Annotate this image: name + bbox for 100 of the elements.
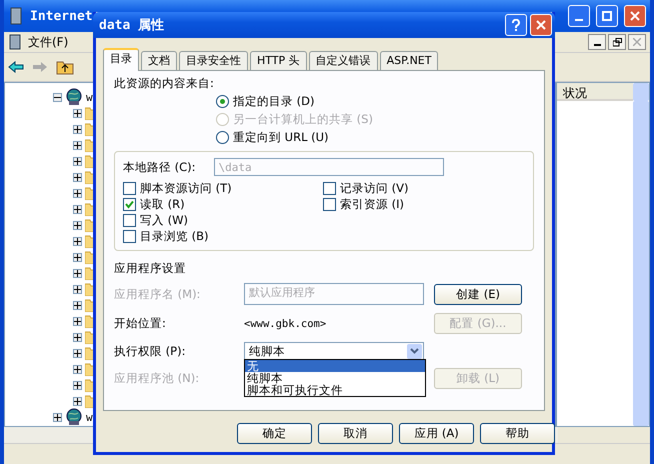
- server-icon: [8, 34, 22, 50]
- expand-toggle[interactable]: [73, 380, 82, 390]
- tab[interactable]: 目录: [103, 48, 139, 71]
- tree-item[interactable]: w: [86, 410, 93, 424]
- expand-toggle[interactable]: [73, 364, 82, 374]
- help-icon: [511, 19, 521, 31]
- chevron-down-icon: [410, 348, 419, 354]
- plus-icon: [74, 366, 81, 372]
- section-label: 此资源的内容来自:: [114, 76, 215, 91]
- tab[interactable]: 目录安全性: [179, 51, 248, 70]
- dialog-title: data 属性: [99, 17, 164, 34]
- expand-toggle[interactable]: [73, 316, 82, 326]
- check-icon: [125, 200, 134, 209]
- expand-toggle[interactable]: [53, 412, 62, 422]
- dialog-button[interactable]: 应用 (A): [399, 423, 474, 444]
- dialog-button[interactable]: 确定: [237, 423, 312, 444]
- field-label: 应用程序名 (M):: [114, 286, 202, 302]
- restore-button[interactable]: [608, 34, 626, 50]
- window-title: Internet: [30, 8, 93, 24]
- menu-item[interactable]: 文件(F): [28, 34, 68, 50]
- plus-icon: [74, 350, 81, 356]
- expand-toggle[interactable]: [73, 284, 82, 294]
- plus-icon: [74, 238, 81, 244]
- minimize-button[interactable]: [588, 34, 606, 50]
- dropdown-option[interactable]: 纯脚本: [245, 372, 425, 384]
- dropdown[interactable]: 纯脚本: [244, 342, 424, 360]
- checkbox[interactable]: 目录浏览 (B): [123, 229, 323, 244]
- checkbox[interactable]: 记录访问 (V): [323, 181, 525, 196]
- plus-icon: [74, 142, 81, 148]
- help-button[interactable]: [505, 14, 527, 36]
- checkbox[interactable]: 写入 (W): [123, 213, 323, 228]
- radio-option[interactable]: 重定向到 URL (U): [216, 130, 534, 145]
- expand-toggle[interactable]: [73, 268, 82, 278]
- tab[interactable]: ASP.NET: [380, 51, 438, 70]
- tab[interactable]: HTTP 头: [250, 51, 307, 70]
- minimize-icon: [575, 19, 583, 21]
- plus-icon: [74, 126, 81, 132]
- plus-icon: [74, 206, 81, 212]
- expand-toggle[interactable]: [73, 204, 82, 214]
- plus-icon: [74, 334, 81, 340]
- dialog-button[interactable]: 取消: [318, 423, 393, 444]
- plus-icon: [74, 158, 81, 164]
- scrollbar[interactable]: [633, 83, 649, 101]
- folder-up-icon[interactable]: [56, 59, 74, 75]
- expand-toggle[interactable]: [73, 172, 82, 182]
- expand-toggle[interactable]: [73, 156, 82, 166]
- dropdown-option[interactable]: 无: [245, 360, 425, 372]
- plus-icon: [74, 302, 81, 308]
- tab[interactable]: 文档: [141, 51, 177, 70]
- minimize-icon: [594, 44, 600, 46]
- expand-toggle[interactable]: [73, 332, 82, 342]
- plus-icon: [74, 318, 81, 324]
- expand-toggle[interactable]: [73, 252, 82, 262]
- restore-icon: [612, 38, 622, 46]
- field-label: 应用程序池 (N):: [114, 371, 200, 386]
- plus-icon: [74, 174, 81, 180]
- expand-toggle[interactable]: [73, 348, 82, 358]
- close-icon: [630, 11, 640, 21]
- radio-option[interactable]: 指定的目录 (D): [216, 94, 534, 109]
- expand-toggle[interactable]: [73, 236, 82, 246]
- radio-circle[interactable]: [216, 131, 229, 144]
- checkbox[interactable]: 索引资源 (I): [323, 197, 525, 212]
- column-header[interactable]: 状况: [557, 83, 633, 101]
- tab[interactable]: 自定义错误: [308, 51, 378, 70]
- plus-icon: [74, 110, 81, 116]
- dialog-button[interactable]: 帮助: [480, 423, 555, 444]
- start-location: <www.gbk.com>: [244, 318, 328, 330]
- expand-toggle[interactable]: [73, 108, 82, 118]
- expand-toggle[interactable]: [73, 188, 82, 198]
- back-arrow-icon[interactable]: [8, 61, 24, 73]
- expand-toggle[interactable]: [73, 220, 82, 230]
- tree-item[interactable]: w: [86, 90, 93, 104]
- server-icon: [8, 7, 24, 25]
- globe-icon: [65, 88, 83, 106]
- radio-circle[interactable]: [216, 95, 229, 108]
- plus-icon: [74, 398, 81, 404]
- close-icon: [536, 20, 546, 30]
- plus-icon: [74, 382, 81, 388]
- plus-icon: [74, 190, 81, 196]
- section-heading: 应用程序设置: [114, 261, 187, 276]
- scrollbar[interactable]: [633, 101, 649, 426]
- plus-icon: [74, 270, 81, 276]
- checkbox[interactable]: 读取 (R): [123, 197, 323, 212]
- maximize-icon: [602, 11, 612, 21]
- plus-icon: [54, 414, 61, 420]
- checkbox[interactable]: 脚本资源访问 (T): [123, 181, 323, 196]
- plus-icon: [74, 286, 81, 292]
- field-label: 本地路径 (C):: [123, 160, 196, 174]
- plus-icon: [74, 222, 81, 228]
- expand-toggle[interactable]: [73, 396, 82, 406]
- field-label: 开始位置:: [114, 316, 167, 331]
- expand-toggle[interactable]: [73, 140, 82, 150]
- expand-toggle[interactable]: [73, 300, 82, 310]
- maximize-button[interactable]: [596, 5, 618, 27]
- globe-icon: [65, 408, 83, 426]
- close-icon: [633, 38, 641, 46]
- expand-toggle[interactable]: [73, 124, 82, 134]
- collapse-toggle[interactable]: [53, 92, 62, 102]
- plus-icon: [74, 254, 81, 260]
- dropdown-option[interactable]: 脚本和可执行文件: [245, 384, 425, 396]
